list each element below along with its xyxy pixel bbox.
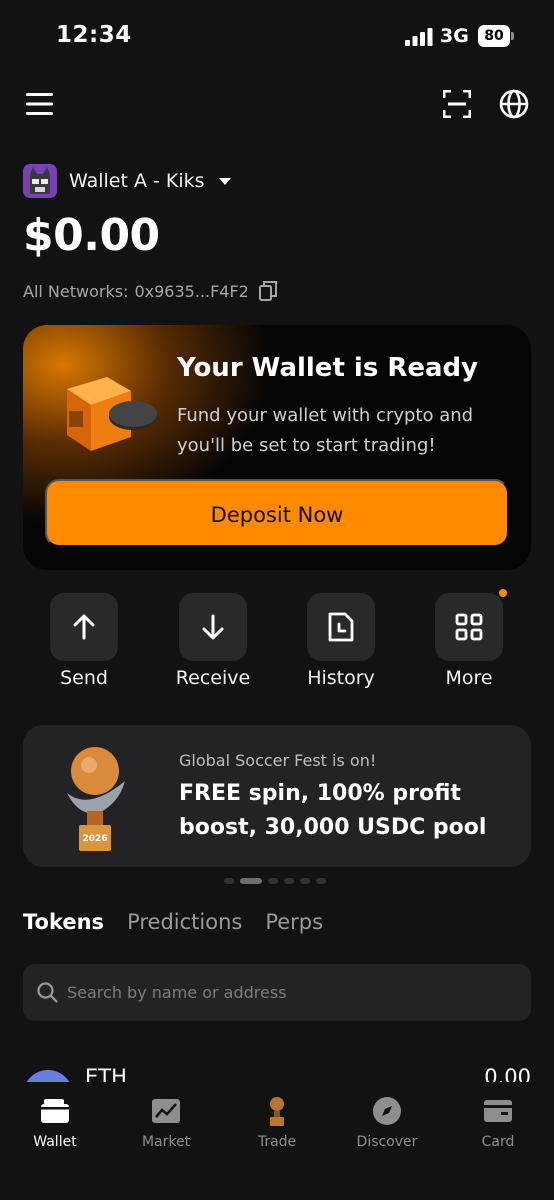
- promo-banner[interactable]: 2026 Global Soccer Fest is on! FREE spin…: [23, 725, 531, 867]
- deposit-now-button[interactable]: Deposit Now: [45, 479, 509, 547]
- tab-predictions[interactable]: Predictions: [127, 910, 242, 934]
- arrow-down-icon: [202, 614, 224, 640]
- history-icon: [328, 612, 354, 642]
- nav-trade-label: Trade: [257, 1134, 297, 1150]
- search-icon: [37, 982, 58, 1003]
- nav-card[interactable]: Card: [448, 1094, 548, 1150]
- wallet-ready-card: Your Wallet is Ready Fund your wallet wi…: [23, 325, 531, 570]
- trade-icon: [270, 1097, 284, 1126]
- receive-label: Receive: [175, 667, 251, 689]
- pager-dot[interactable]: [268, 878, 278, 884]
- signal-icon: [405, 28, 433, 46]
- wallet-icon: [41, 1099, 69, 1123]
- wallet-balance: $0.00: [23, 210, 160, 261]
- wallet-selector[interactable]: Wallet A - Kiks: [23, 163, 231, 199]
- send-label: Send: [60, 667, 108, 689]
- wallet-name: Wallet A - Kiks: [69, 170, 205, 192]
- caret-down-icon: [218, 177, 231, 185]
- status-bar: 12:34 3G 80: [0, 0, 554, 70]
- asset-tabs: Tokens Predictions Perps: [23, 910, 346, 934]
- nav-card-label: Card: [481, 1134, 515, 1150]
- more-label: More: [445, 667, 493, 689]
- bottom-nav: Wallet Market Trade Discover Card: [0, 1082, 554, 1200]
- promo-subtitle: Global Soccer Fest is on!: [179, 751, 377, 770]
- nav-discover-label: Discover: [356, 1134, 418, 1150]
- nav-wallet-label: Wallet: [33, 1134, 77, 1150]
- tab-tokens[interactable]: Tokens: [23, 910, 104, 934]
- grid-icon: [455, 613, 483, 641]
- wallet-cube-illustration: [67, 377, 157, 451]
- scan-icon[interactable]: [443, 90, 471, 118]
- avatar: [23, 164, 57, 198]
- battery-level: 80: [478, 25, 510, 47]
- network-type: 3G: [440, 25, 469, 47]
- address-row: All Networks: 0x9635...F4F2: [23, 281, 277, 301]
- promo-title: FREE spin, 100% profit boost, 30,000 USD…: [179, 781, 487, 840]
- more-button[interactable]: More: [414, 589, 524, 689]
- carousel-pager: [224, 878, 326, 884]
- pager-dot[interactable]: [284, 878, 294, 884]
- address-label: All Networks:: [23, 281, 129, 301]
- tab-perps[interactable]: Perps: [265, 910, 323, 934]
- ready-card-title: Your Wallet is Ready: [177, 353, 479, 383]
- nav-wallet[interactable]: Wallet: [5, 1094, 105, 1150]
- globe-icon[interactable]: [499, 89, 529, 119]
- send-button[interactable]: Send: [29, 593, 139, 689]
- status-time: 12:34: [56, 22, 132, 48]
- trophy-icon: 2026: [67, 747, 125, 851]
- pager-dot-active[interactable]: [240, 878, 262, 884]
- ready-card-text: Fund your wallet with crypto and you'll …: [177, 405, 474, 456]
- card-icon: [484, 1100, 512, 1122]
- nav-market[interactable]: Market: [116, 1094, 216, 1150]
- pager-dot[interactable]: [300, 878, 310, 884]
- search-bar: [23, 964, 531, 1021]
- menu-icon[interactable]: [26, 90, 54, 118]
- nav-market-label: Market: [141, 1134, 191, 1150]
- pager-dot[interactable]: [224, 878, 234, 884]
- pager-dot[interactable]: [316, 878, 326, 884]
- arrow-up-icon: [73, 614, 95, 640]
- history-label: History: [307, 667, 375, 689]
- search-input[interactable]: [67, 964, 517, 1021]
- wallet-address: 0x9635...F4F2: [134, 281, 249, 301]
- trophy-year: 2026: [82, 834, 107, 844]
- market-icon: [152, 1099, 180, 1123]
- nav-trade[interactable]: Trade: [227, 1094, 327, 1150]
- receive-button[interactable]: Receive: [158, 593, 268, 689]
- battery-icon: 80: [478, 25, 515, 47]
- history-button[interactable]: History: [286, 593, 396, 689]
- nav-discover[interactable]: Discover: [337, 1094, 437, 1150]
- compass-icon: [373, 1097, 401, 1125]
- notification-dot: [499, 589, 507, 597]
- copy-icon[interactable]: [258, 281, 277, 301]
